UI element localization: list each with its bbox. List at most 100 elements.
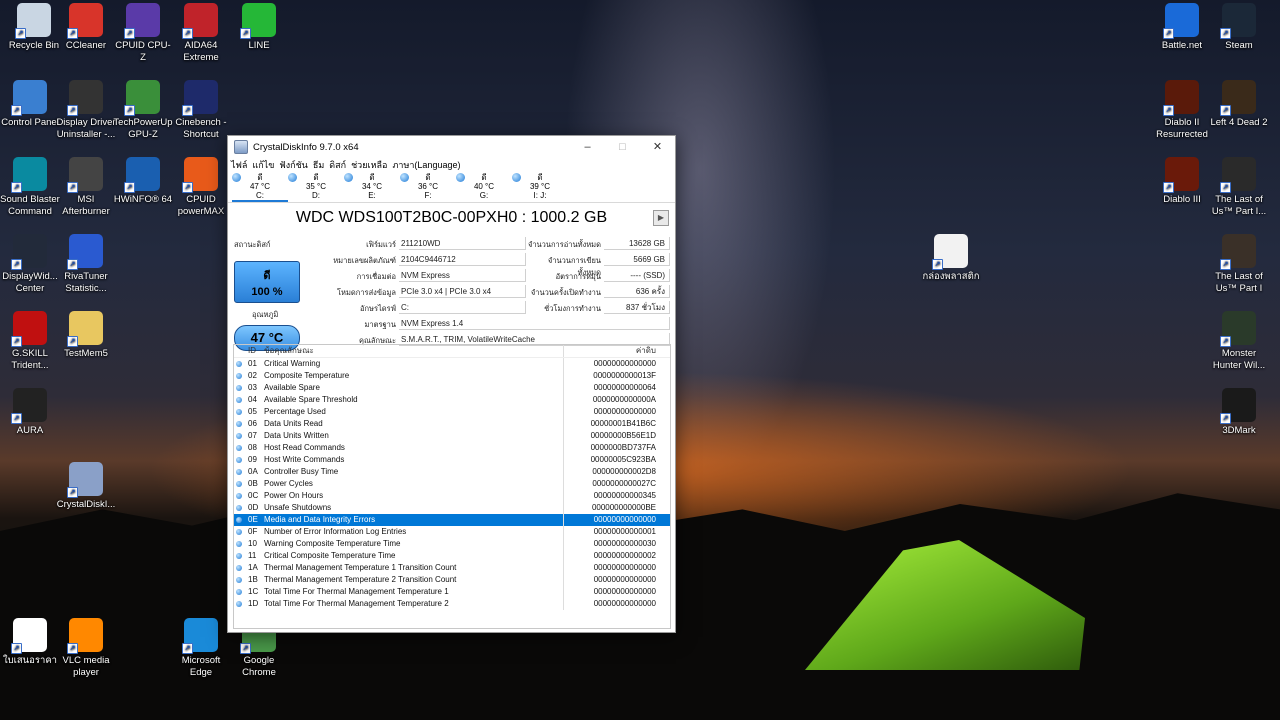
smart-id: 03 [248,383,257,392]
desktop-shortcut[interactable]: ↗ CPUID CPU-Z [113,3,173,64]
shortcut-arrow-icon: ↗ [1163,105,1174,116]
desktop-shortcut[interactable]: ↗ ใบเสนอราคา [0,618,60,667]
sound-blaster-icon: ↗ [11,157,47,193]
desktop-shortcut[interactable]: ↗ The Last of Us™ Part I [1209,234,1269,295]
crystaldiskinfo-window[interactable]: CrystalDiskInfo 9.7.0 x64 – □ ✕ ไฟล์ แก้ไ… [227,135,676,633]
desktop-shortcut[interactable]: ↗ MSI Afterburner [56,157,116,218]
desktop-shortcut[interactable]: ↗ TestMem5 [56,311,116,360]
folder-testmem5-icon: ↗ [67,311,103,347]
smart-row[interactable]: 07 Data Units Written 00000000B56E1D [234,430,670,442]
disk-tab-letter: I: J: [533,191,547,200]
smart-row[interactable]: 1C Total Time For Thermal Management Temp… [234,586,670,598]
health-status-box[interactable]: ดี 100 % [234,261,300,303]
desktop-shortcut[interactable]: ↗ LINE [229,3,289,52]
smart-row[interactable]: 0B Power Cycles 0000000000027C [234,478,670,490]
info-area: สถานะดิสก์ ดี 100 % อุณหภูมิ 47 °C เฟิร์… [228,235,675,353]
disk-tab[interactable]: ดี 34 °C E: [344,172,400,202]
desktop-shortcut[interactable]: ↗ กล่องพลาสติก [921,234,981,283]
smart-row[interactable]: 04 Available Spare Threshold 0000000000000… [234,394,670,406]
desktop-shortcut[interactable]: ↗ 3DMark [1209,388,1269,437]
smart-id: 08 [248,443,257,452]
desktop-shortcut[interactable]: ↗ TechPowerUp GPU-Z [113,80,173,141]
menu-item[interactable]: ธีม [313,158,324,172]
smart-raw: 00000001B41B6C [563,418,656,430]
desktop-shortcut[interactable]: ↗ AIDA64 Extreme [171,3,231,64]
desktop-shortcut[interactable]: ↗ AURA [0,388,60,437]
desktop-shortcut[interactable]: ↗ Microsoft Edge [171,618,231,679]
desktop-shortcut[interactable]: ↗ Control Panel [0,80,60,129]
smart-row[interactable]: 05 Percentage Used 00000000000000 [234,406,670,418]
smart-id: 04 [248,395,257,404]
smart-row[interactable]: 11 Critical Composite Temperature Time 000… [234,550,670,562]
hwinfo-icon: ↗ [124,157,160,193]
minimize-button[interactable]: – [570,136,605,158]
smart-row[interactable]: 01 Critical Warning 00000000000000 [234,358,670,370]
menu-item[interactable]: ดิสก์ [329,158,346,172]
disk-tab[interactable]: ดี 39 °C I: J: [512,172,568,202]
desktop-shortcut[interactable]: ↗ RivaTuner Statistic... [56,234,116,295]
disk-tab[interactable]: ดี 47 °C C: [232,172,288,202]
smart-id: 10 [248,539,257,548]
menu-item[interactable]: แก้ไข [252,158,274,172]
desktop-shortcut[interactable]: ↗ CPUID powerMAX [171,157,231,218]
smart-row[interactable]: 0D Unsafe Shutdowns 000000000000BE [234,502,670,514]
status-dot-icon [236,445,242,451]
desktop-shortcut[interactable]: ↗ HWiNFO® 64 [113,157,173,206]
disk-tab-temp: 34 °C [361,182,383,191]
desktop-shortcut[interactable]: ↗ The Last of Us™ Part I... [1209,157,1269,218]
health-state: ดี [263,270,271,282]
smart-row[interactable]: 1A Thermal Management Temperature 1 Trans… [234,562,670,574]
smart-row[interactable]: 02 Composite Temperature 0000000000013F [234,370,670,382]
smart-id: 01 [248,359,257,368]
health-dot-icon [512,173,521,182]
desktop-icon-label: The Last of Us™ Part I [1215,271,1263,294]
desktop-icon-label: Recycle Bin [8,40,60,51]
desktop-shortcut[interactable]: ↗ Battle.net [1152,3,1212,52]
smart-row[interactable]: 1B Thermal Management Temperature 2 Trans… [234,574,670,586]
disk-tab[interactable]: ดี 40 °C G: [456,172,512,202]
desktop-shortcut[interactable]: ↗ DisplayWid... Center [0,234,60,295]
menu-item[interactable]: ภาษา(Language) [392,158,460,172]
smart-row[interactable]: 0C Power On Hours 00000000000345 [234,490,670,502]
disk-tab[interactable]: ดี 36 °C F: [400,172,456,202]
smart-name: Media and Data Integrity Errors [264,515,376,524]
desktop-shortcut[interactable]: ↗ Steam [1209,3,1269,52]
desktop-shortcut[interactable]: ↗ Monster Hunter Wil... [1209,311,1269,372]
maximize-button[interactable]: □ [605,136,640,158]
disk-tab-letter: G: [479,191,489,200]
desktop-shortcut[interactable]: ↗ Sound Blaster Command [0,157,60,218]
close-button[interactable]: ✕ [640,136,675,158]
menu-item[interactable]: ไฟล์ [231,158,247,172]
smart-row[interactable]: 0E Media and Data Integrity Errors 0000000… [234,514,670,526]
smart-row[interactable]: 03 Available Spare 00000000000064 [234,382,670,394]
status-dot-icon [236,577,242,583]
desktop-shortcut[interactable]: ↗ Diablo II Resurrected [1152,80,1212,141]
smart-name: Percentage Used [264,407,326,416]
smart-row[interactable]: 08 Host Read Commands 0000000BD737FA [234,442,670,454]
desktop-icon-label: TechPowerUp GPU-Z [113,117,173,140]
smart-row[interactable]: 0F Number of Error Information Log Entrie… [234,526,670,538]
smart-row[interactable]: 06 Data Units Read 00000001B41B6C [234,418,670,430]
title-bar[interactable]: CrystalDiskInfo 9.7.0 x64 – □ ✕ [228,136,675,158]
desktop-shortcut[interactable]: ↗ Display Driver Uninstaller -... [56,80,116,141]
power-count-value: 636 ครั้ง [604,285,670,298]
menu-item[interactable]: ฟังก์ชัน [279,158,307,172]
desktop-shortcut[interactable]: ↗ VLC media player [56,618,116,679]
smart-row[interactable]: 09 Host Write Commands 00000005C923BA [234,454,670,466]
desktop-shortcut[interactable]: ↗ G.SKILL Trident... [0,311,60,372]
desktop-shortcut[interactable]: ↗ Left 4 Dead 2 [1209,80,1269,129]
disk-tab[interactable]: ดี 35 °C D: [288,172,344,202]
next-disk-button[interactable]: ▶ [653,210,669,226]
smart-row[interactable]: 0A Controller Busy Time 000000000002D8 [234,466,670,478]
desktop-shortcut[interactable]: ↗ Diablo III [1152,157,1212,206]
smart-row[interactable]: 1D Total Time For Thermal Management Temp… [234,598,670,610]
smart-attributes-table[interactable]: ID ข้อคุณลักษณะ ค่าดิบ 01 Critical Warnin… [233,344,671,629]
smart-row[interactable]: 10 Warning Composite Temperature Time 0000… [234,538,670,550]
desktop-shortcut[interactable]: ↗ CrystalDiskI... [56,462,116,511]
desktop-shortcut[interactable]: ↗ CCleaner [56,3,116,52]
menu-item[interactable]: ช่วยเหลือ [351,158,387,172]
desktop-shortcut[interactable]: ↗ Recycle Bin [4,3,64,52]
smart-raw: 00000000000002 [563,550,656,562]
smart-id: 09 [248,455,257,464]
desktop-shortcut[interactable]: ↗ Cinebench - Shortcut [171,80,231,141]
